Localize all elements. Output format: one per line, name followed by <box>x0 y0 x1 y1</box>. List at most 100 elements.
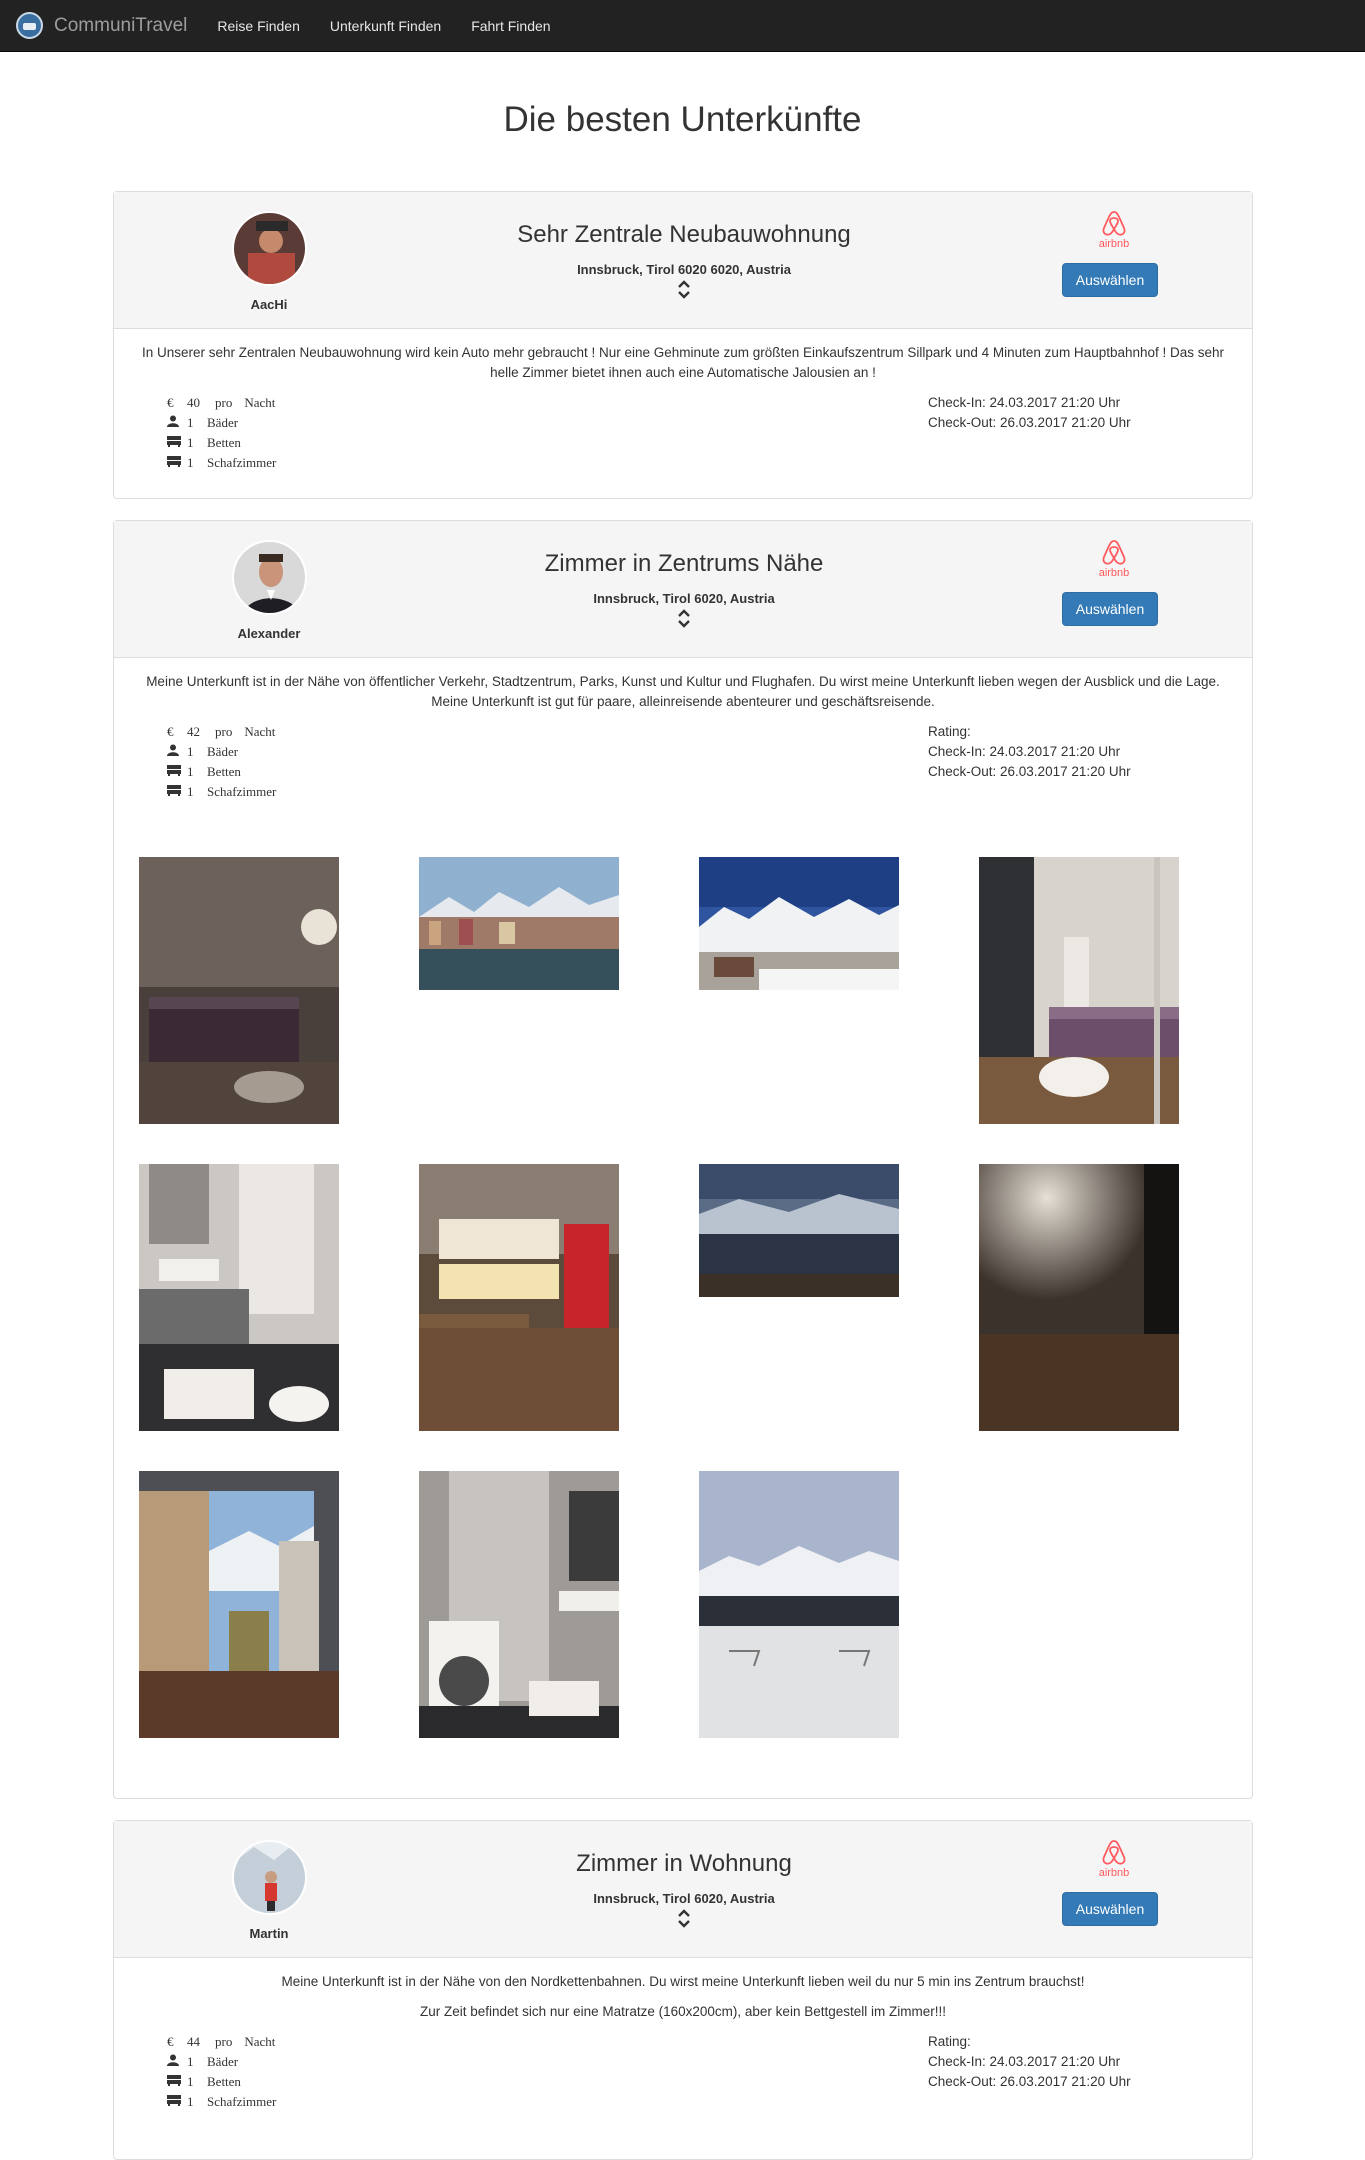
bed-icon <box>167 435 187 451</box>
airbnb-label: airbnb <box>1098 238 1130 250</box>
top-navbar: CommuniTravel Reise Finden Unterkunft Fi… <box>0 0 1365 52</box>
listing-body: Meine Unterkunft ist in der Nähe von den… <box>114 1958 1252 2109</box>
gallery-photo-valley-view[interactable] <box>699 1164 899 1297</box>
gallery-photo-balcony[interactable] <box>979 1164 1179 1431</box>
user-icon <box>167 744 187 760</box>
spec-baths: 1 Bäder <box>167 742 276 762</box>
listing-address: Innsbruck, Tirol 6020 6020, Austria <box>577 262 791 277</box>
checkin: Check-In: 24.03.2017 21:20 Uhr <box>928 744 1121 759</box>
gallery-photo-mountains-snow[interactable] <box>699 1471 899 1738</box>
chevron-down-icon[interactable] <box>677 619 691 628</box>
listing-specs: €44 pro Nacht 1 Bäder 1 Betten 1 Schafzimmer <box>167 2032 276 2112</box>
airbnb-logo-icon[interactable]: airbnb <box>1093 209 1135 250</box>
bed-icon <box>167 2094 187 2110</box>
spec-price: €40 pro Nacht <box>167 395 276 410</box>
listing-card: Alexander Zimmer in Zentrums Nähe Innsbr… <box>113 520 1253 1799</box>
select-button[interactable]: Auswählen <box>1062 263 1158 297</box>
host: Alexander <box>219 540 319 641</box>
bed-icon <box>167 784 187 800</box>
airbnb-label: airbnb <box>1098 567 1130 579</box>
listing-title: Zimmer in Zentrums Nähe <box>544 550 824 577</box>
chevron-up-icon[interactable] <box>677 609 691 618</box>
listing-meta: Check-In: 24.03.2017 21:20 Uhr Check-Out… <box>928 393 1131 433</box>
host: Martin <box>219 1840 319 1941</box>
listing-specs: €42 pro Nacht 1 Bäder 1 Betten 1 Schafzimmer <box>167 722 276 802</box>
avatar <box>231 540 307 615</box>
listing-title: Zimmer in Wohnung <box>576 1850 792 1877</box>
checkout: Check-Out: 26.03.2017 21:20 Uhr <box>928 764 1131 779</box>
nav-unterkunft-finden[interactable]: Unterkunft Finden <box>330 18 441 34</box>
chevron-up-icon[interactable] <box>677 1909 691 1918</box>
chevron-down-icon[interactable] <box>677 290 691 299</box>
page-title: Die besten Unterkünfte <box>503 100 862 139</box>
listing-meta: Rating: Check-In: 24.03.2017 21:20 Uhr C… <box>928 722 1131 782</box>
checkout: Check-Out: 26.03.2017 21:20 Uhr <box>928 2074 1131 2089</box>
gallery-photo-bedroom-2[interactable] <box>979 857 1179 1124</box>
gallery-photo-mountain-view[interactable] <box>699 857 899 990</box>
listing-card: Martin Zimmer in Wohnung Innsbruck, Tiro… <box>113 1820 1253 2160</box>
select-button[interactable]: Auswählen <box>1062 1892 1158 1926</box>
gallery-photo-kitchen[interactable] <box>419 1164 619 1431</box>
title-box: Zimmer in Wohnung Innsbruck, Tirol 6020,… <box>364 1850 1004 1928</box>
listing-header: Alexander Zimmer in Zentrums Nähe Innsbr… <box>114 521 1252 658</box>
bed-icon <box>167 2074 187 2090</box>
gallery-photo-balcony-view[interactable] <box>139 1471 339 1738</box>
listing-card: AacHi Sehr Zentrale Neubauwohnung Innsbr… <box>113 191 1253 499</box>
spec-price: €44 pro Nacht <box>167 2034 276 2049</box>
spec-bedrooms: 1 Schafzimmer <box>167 782 276 802</box>
spec-baths: 1 Bäder <box>167 2052 276 2072</box>
bed-icon <box>167 764 187 780</box>
listing-body: Meine Unterkunft ist in der Nähe von öff… <box>114 658 1252 1738</box>
gallery-photo-shower[interactable] <box>419 1471 619 1738</box>
host-name: AacHi <box>250 297 288 312</box>
spec-beds: 1 Betten <box>167 433 276 453</box>
airbnb-label: airbnb <box>1098 1867 1130 1879</box>
listing-address: Innsbruck, Tirol 6020, Austria <box>593 1891 775 1906</box>
spec-beds: 1 Betten <box>167 762 276 782</box>
brand[interactable]: CommuniTravel <box>16 12 187 39</box>
select-button[interactable]: Auswählen <box>1062 592 1158 626</box>
host-name: Martin <box>249 1926 289 1941</box>
user-icon <box>167 2054 187 2070</box>
avatar <box>231 1840 307 1915</box>
euro-icon: € <box>167 2034 174 2049</box>
listing-specs: €40 pro Nacht 1 Bäder 1 Betten 1 Schafzimmer <box>167 393 276 473</box>
listing-description: Meine Unterkunft ist in der Nähe von öff… <box>146 674 1220 709</box>
title-box: Zimmer in Zentrums Nähe Innsbruck, Tirol… <box>364 550 1004 628</box>
euro-icon: € <box>167 395 174 410</box>
listing-description-note: Zur Zeit befindet sich nur eine Matratze… <box>420 2004 946 2019</box>
checkout: Check-Out: 26.03.2017 21:20 Uhr <box>928 415 1131 430</box>
listing-address: Innsbruck, Tirol 6020, Austria <box>593 591 775 606</box>
nav-reise-finden[interactable]: Reise Finden <box>217 18 300 34</box>
euro-icon: € <box>167 724 174 739</box>
listing-header: AacHi Sehr Zentrale Neubauwohnung Innsbr… <box>114 192 1252 329</box>
host: AacHi <box>219 211 319 312</box>
title-box: Sehr Zentrale Neubauwohnung Innsbruck, T… <box>364 221 1004 299</box>
host-name: Alexander <box>237 626 301 641</box>
rating: Rating: <box>928 724 971 739</box>
spec-price: €42 pro Nacht <box>167 724 276 739</box>
spec-bedrooms: 1 Schafzimmer <box>167 453 276 473</box>
listing-title: Sehr Zentrale Neubauwohnung <box>517 221 851 248</box>
chevron-up-icon[interactable] <box>677 280 691 289</box>
nav-fahrt-finden[interactable]: Fahrt Finden <box>471 18 550 34</box>
listing-description: Meine Unterkunft ist in der Nähe von den… <box>281 1974 1085 1989</box>
chevron-down-icon[interactable] <box>677 1919 691 1928</box>
gallery-photo-bedroom[interactable] <box>139 857 339 1124</box>
listing-body: In Unserer sehr Zentralen Neubauwohnung … <box>114 329 1252 470</box>
rating: Rating: <box>928 2034 971 2049</box>
airbnb-logo-icon[interactable]: airbnb <box>1093 1838 1135 1879</box>
gallery-photo-city-view[interactable] <box>419 857 619 990</box>
listing-header: Martin Zimmer in Wohnung Innsbruck, Tiro… <box>114 1821 1252 1958</box>
spec-bedrooms: 1 Schafzimmer <box>167 2092 276 2112</box>
brand-logo-icon <box>16 12 43 39</box>
airbnb-logo-icon[interactable]: airbnb <box>1093 538 1135 579</box>
gallery-photo-bathroom[interactable] <box>139 1164 339 1431</box>
listing-description: In Unserer sehr Zentralen Neubauwohnung … <box>141 345 1225 380</box>
spec-beds: 1 Betten <box>167 2072 276 2092</box>
checkin: Check-In: 24.03.2017 21:20 Uhr <box>928 2054 1121 2069</box>
brand-name: CommuniTravel <box>54 14 188 36</box>
spec-baths: 1 Bäder <box>167 413 276 433</box>
user-icon <box>167 415 187 431</box>
checkin: Check-In: 24.03.2017 21:20 Uhr <box>928 395 1121 410</box>
